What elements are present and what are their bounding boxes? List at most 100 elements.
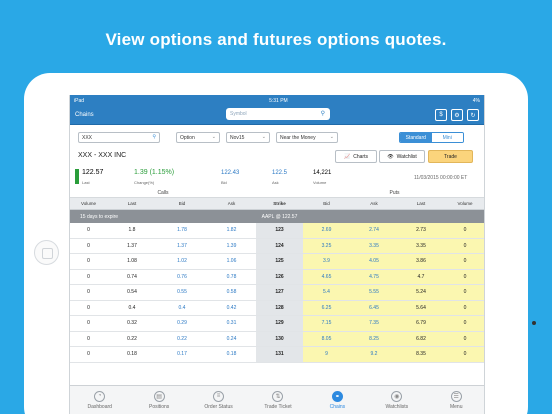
table-cell[interactable]: 4.65 xyxy=(303,269,350,284)
table-row[interactable]: 0 0.4 0.4 0.42 128 6.25 6.45 5.64 0 xyxy=(70,300,484,316)
table-cell[interactable]: 1.39 xyxy=(207,239,256,254)
table-cell[interactable]: 0.4 xyxy=(157,301,207,316)
watchlist-button[interactable]: 👁 Watchlist xyxy=(379,150,425,163)
option-select[interactable]: Option ⌄ xyxy=(176,132,220,143)
tab-watchlists[interactable]: ◉ Watchlists xyxy=(367,386,426,414)
table-cell[interactable]: 0.17 xyxy=(157,347,207,362)
table-cell[interactable]: 0.22 xyxy=(157,332,207,347)
table-cell[interactable]: 2.74 xyxy=(350,223,398,238)
table-cell[interactable]: 2.69 xyxy=(303,223,350,238)
table-row[interactable]: 0 1.8 1.78 1.82 123 2.69 2.74 2.73 0 xyxy=(70,223,484,239)
table-cell[interactable]: 0.78 xyxy=(207,270,256,285)
symbol-search-input[interactable]: Symbol ⚲ xyxy=(226,108,330,120)
table-cell: 2.73 xyxy=(398,223,444,238)
table-cell[interactable]: 3.9 xyxy=(303,254,350,269)
col-header[interactable]: Last xyxy=(398,198,444,209)
strike-cell: 131 xyxy=(256,347,303,362)
table-row[interactable]: 0 0.74 0.76 0.78 126 4.65 4.75 4.7 0 xyxy=(70,269,484,285)
table-row[interactable]: 0 0.54 0.55 0.58 127 5.4 5.55 5.24 0 xyxy=(70,285,484,301)
tab-menu[interactable]: ☰ Menu xyxy=(427,386,484,414)
tab-dashboard[interactable]: ◔ Dashboard xyxy=(70,386,129,414)
up-indicator xyxy=(75,169,79,184)
table-cell[interactable]: 0.31 xyxy=(207,316,256,331)
tab-positions[interactable]: ▤ Positions xyxy=(129,386,188,414)
table-cell: 4.7 xyxy=(398,269,444,284)
status-bar: iPad 5:31 PM 4% xyxy=(70,95,484,106)
mode-mini-button[interactable]: Mini xyxy=(431,133,463,142)
tab-label: Positions xyxy=(148,403,170,410)
table-cell[interactable]: 9.2 xyxy=(350,347,398,362)
table-cell: 0 xyxy=(444,223,484,238)
table-cell[interactable]: 5.4 xyxy=(303,285,350,300)
col-header[interactable]: Bid xyxy=(157,198,207,209)
table-cell[interactable]: 0.76 xyxy=(157,270,207,285)
table-cell[interactable]: 0.42 xyxy=(207,301,256,316)
refresh-icon[interactable]: ↻ xyxy=(467,109,479,121)
table-cell[interactable]: 0.58 xyxy=(207,285,256,300)
table-cell: 1.8 xyxy=(128,227,136,234)
company-name: XXX - XXX INC xyxy=(78,152,127,159)
table-cell[interactable]: 0.18 xyxy=(207,347,256,362)
gear-icon[interactable]: ⚙ xyxy=(451,109,463,121)
col-header[interactable]: Strike xyxy=(256,198,303,209)
table-cell[interactable]: 7.35 xyxy=(350,316,398,331)
option-select-value: Option xyxy=(180,135,195,141)
table-cell: 6.82 xyxy=(398,331,444,346)
table-cell: 0.18 xyxy=(127,351,137,358)
table-row[interactable]: 0 0.32 0.29 0.31 129 7.15 7.35 6.79 0 xyxy=(70,316,484,332)
watchlist-label: Watchlist xyxy=(396,153,417,160)
tab-label: Trade Ticket xyxy=(264,403,292,410)
table-cell[interactable]: 3.25 xyxy=(303,238,350,253)
table-cell[interactable]: 1.37 xyxy=(157,239,207,254)
table-cell[interactable]: 6.25 xyxy=(303,300,350,315)
table-cell[interactable]: 0.29 xyxy=(157,316,207,331)
table-cell[interactable]: 8.25 xyxy=(350,331,398,346)
table-cell[interactable]: 4.05 xyxy=(350,254,398,269)
table-cell[interactable]: 0.24 xyxy=(207,332,256,347)
col-header[interactable]: Ask xyxy=(207,198,256,209)
table-cell[interactable]: 7.15 xyxy=(303,316,350,331)
strike-cell: 130 xyxy=(256,331,303,346)
expiry-select[interactable]: Nov15 ⌄ xyxy=(226,132,270,143)
calls-heading: Calls xyxy=(157,190,169,196)
table-cell[interactable]: 1.02 xyxy=(157,254,207,269)
trade-button[interactable]: Trade xyxy=(428,150,473,163)
battery-label: 4% xyxy=(472,97,480,104)
mode-standard-button[interactable]: Standard xyxy=(400,133,432,142)
table-cell[interactable]: 6.45 xyxy=(350,300,398,315)
table-row[interactable]: 0 0.18 0.17 0.18 131 9 9.2 8.35 0 xyxy=(70,347,484,363)
strike-cell: 127 xyxy=(256,285,303,300)
table-cell[interactable]: 0.55 xyxy=(157,285,207,300)
table-row[interactable]: 0 1.08 1.02 1.06 125 3.9 4.05 3.86 0 xyxy=(70,254,484,270)
col-header[interactable]: Ask xyxy=(350,198,398,209)
col-header[interactable]: Volume xyxy=(70,198,107,209)
strike-cell: 124 xyxy=(256,238,303,253)
tab-order-status[interactable]: ≡ Order Status xyxy=(189,386,248,414)
chart-icon: 📈 xyxy=(344,153,351,160)
col-header[interactable]: Last xyxy=(107,198,157,209)
table-cell[interactable]: 8.05 xyxy=(303,331,350,346)
tab-chains[interactable]: ⚭ Chains xyxy=(308,386,367,414)
table-row[interactable]: 0 1.37 1.37 1.39 124 3.25 3.35 3.35 0 xyxy=(70,238,484,254)
strike-cell: 123 xyxy=(256,223,303,238)
tab-trade-ticket[interactable]: ⇅ Trade Ticket xyxy=(248,386,307,414)
table-cell: 0 xyxy=(87,289,90,296)
charts-button[interactable]: 📈 Charts xyxy=(335,150,377,163)
tab-label: Menu xyxy=(449,403,463,410)
table-cell[interactable]: 5.55 xyxy=(350,285,398,300)
col-header[interactable]: Bid xyxy=(303,198,350,209)
dollar-icon[interactable]: $ xyxy=(435,109,447,121)
table-cell[interactable]: 9 xyxy=(303,347,350,362)
strike-filter-value: Near the Money xyxy=(280,135,316,141)
table-cell: 0 xyxy=(87,335,90,342)
home-button[interactable] xyxy=(34,240,59,265)
table-row[interactable]: 0 0.22 0.22 0.24 130 8.05 8.25 6.82 0 xyxy=(70,331,484,347)
symbol-field[interactable]: XXX ⚲ xyxy=(78,132,160,143)
table-cell[interactable]: 1.06 xyxy=(207,254,256,269)
strike-filter-select[interactable]: Near the Money ⌄ xyxy=(276,132,338,143)
col-header[interactable]: Volume xyxy=(444,198,484,209)
table-cell[interactable]: 3.35 xyxy=(350,238,398,253)
table-cell[interactable]: 4.75 xyxy=(350,269,398,284)
table-cell[interactable]: 1.82 xyxy=(207,223,256,238)
table-cell[interactable]: 1.78 xyxy=(157,223,207,238)
